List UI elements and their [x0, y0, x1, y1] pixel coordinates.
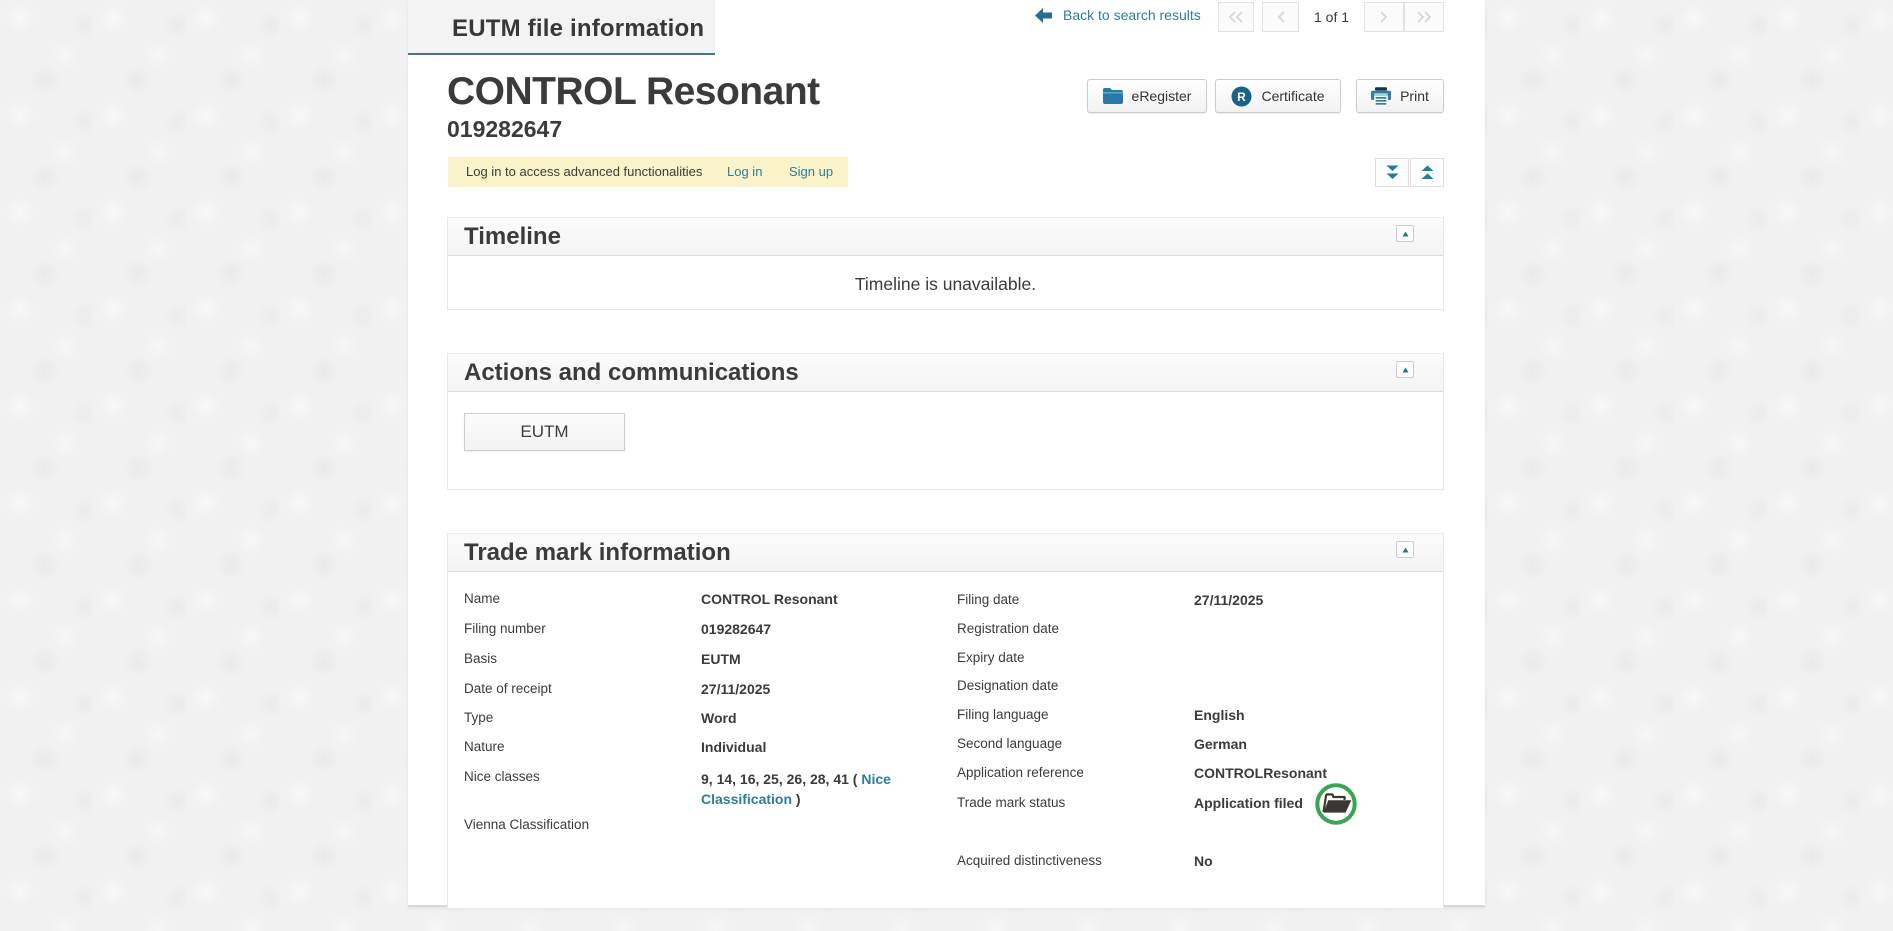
svg-text:R: R — [1238, 90, 1247, 104]
